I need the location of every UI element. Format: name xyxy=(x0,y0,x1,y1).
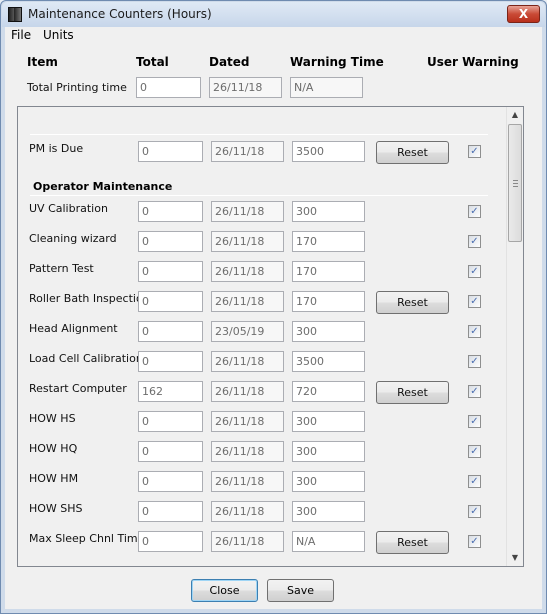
user-warning-checkbox[interactable]: ✓ xyxy=(468,535,481,548)
counter-row-total[interactable]: 0 xyxy=(138,471,203,492)
user-warning-checkbox[interactable]: ✓ xyxy=(468,355,481,368)
counter-row-label: Load Cell Calibration xyxy=(29,352,143,365)
reset-button[interactable]: Reset xyxy=(376,531,449,554)
grip-icon xyxy=(513,180,518,187)
user-warning-checkbox[interactable]: ✓ xyxy=(468,325,481,338)
counter-row-dated[interactable]: 26/11/18 xyxy=(211,231,284,252)
vertical-scrollbar[interactable]: ▲ ▼ xyxy=(506,107,523,566)
menu-units[interactable]: Units xyxy=(43,28,74,42)
header-item: Item xyxy=(27,55,58,69)
counter-row-warning[interactable]: 170 xyxy=(292,291,365,312)
top-separator xyxy=(30,134,488,135)
operator-maintenance-title: Operator Maintenance xyxy=(33,180,173,193)
counter-row-label: Restart Computer xyxy=(29,382,127,395)
counter-row-total[interactable]: 0 xyxy=(138,411,203,432)
counter-row-warning[interactable]: N/A xyxy=(292,531,365,552)
counter-row-warning[interactable]: 300 xyxy=(292,321,365,342)
counter-row-dated[interactable]: 26/11/18 xyxy=(211,531,284,552)
counter-row-total[interactable]: 0 xyxy=(138,441,203,462)
counter-row-total[interactable]: 162 xyxy=(138,381,203,402)
counter-row-warning[interactable]: 3500 xyxy=(292,141,365,162)
counter-row-dated[interactable]: 26/11/18 xyxy=(211,441,284,462)
user-warning-checkbox[interactable]: ✓ xyxy=(468,235,481,248)
counter-row-dated[interactable]: 26/11/18 xyxy=(211,411,284,432)
counter-row-warning[interactable]: 300 xyxy=(292,441,365,462)
counter-row-warning[interactable]: 300 xyxy=(292,411,365,432)
counter-row-warning[interactable]: 3500 xyxy=(292,351,365,372)
counter-row-label: HOW HQ xyxy=(29,442,78,455)
counter-row-total[interactable]: 0 xyxy=(138,351,203,372)
save-button[interactable]: Save xyxy=(267,579,334,602)
counter-row-dated[interactable]: 26/11/18 xyxy=(211,471,284,492)
user-warning-checkbox[interactable]: ✓ xyxy=(468,205,481,218)
counter-row-dated[interactable]: 26/11/18 xyxy=(211,201,284,222)
counter-row-total[interactable]: 0 xyxy=(138,321,203,342)
user-warning-checkbox[interactable]: ✓ xyxy=(468,265,481,278)
counter-row-total[interactable]: 0 xyxy=(138,141,203,162)
scroll-down-arrow-icon[interactable]: ▼ xyxy=(507,550,523,566)
counter-row-warning[interactable]: 170 xyxy=(292,261,365,282)
counter-row-warning[interactable]: 300 xyxy=(292,201,365,222)
counter-row-dated[interactable]: 26/11/18 xyxy=(211,501,284,522)
counter-row-label: HOW HM xyxy=(29,472,79,485)
counter-row-label: Cleaning wizard xyxy=(29,232,117,245)
counter-row-total[interactable]: 0 xyxy=(138,231,203,252)
maintenance-counters-window: Maintenance Counters (Hours) X File Unit… xyxy=(0,0,547,614)
counter-row-total[interactable]: 0 xyxy=(138,501,203,522)
header-dated: Dated xyxy=(209,55,250,69)
counter-row-label: HOW HS xyxy=(29,412,76,425)
app-icon xyxy=(8,7,22,22)
counter-row-label: HOW SHS xyxy=(29,502,83,515)
user-warning-checkbox[interactable]: ✓ xyxy=(468,385,481,398)
reset-button[interactable]: Reset xyxy=(376,141,449,164)
counter-row-warning[interactable]: 300 xyxy=(292,471,365,492)
user-warning-checkbox[interactable]: ✓ xyxy=(468,145,481,158)
counter-row-label: Pattern Test xyxy=(29,262,94,275)
counter-row-label: Head Alignment xyxy=(29,322,118,335)
header-total: Total xyxy=(136,55,169,69)
counter-row-label: Roller Bath Inspection xyxy=(29,292,150,305)
scroll-thumb[interactable] xyxy=(508,124,522,242)
close-button[interactable]: Close xyxy=(191,579,258,602)
counter-row-total[interactable]: 0 xyxy=(138,291,203,312)
header-warning-time: Warning Time xyxy=(290,55,384,69)
total-printing-time-warning[interactable]: N/A xyxy=(290,77,363,98)
counter-row-label: Max Sleep Chnl Time xyxy=(29,532,145,545)
window-title: Maintenance Counters (Hours) xyxy=(28,7,212,21)
reset-button[interactable]: Reset xyxy=(376,381,449,404)
counter-row-label: PM is Due xyxy=(29,142,84,155)
counter-row-warning[interactable]: 300 xyxy=(292,501,365,522)
section-separator xyxy=(30,195,488,196)
user-warning-checkbox[interactable]: ✓ xyxy=(468,475,481,488)
window-close-button[interactable]: X xyxy=(507,5,540,23)
menu-file[interactable]: File xyxy=(11,28,31,42)
total-printing-time-total[interactable]: 0 xyxy=(136,77,201,98)
user-warning-checkbox[interactable]: ✓ xyxy=(468,295,481,308)
counters-scroll-panel: PM is Due 0 26/11/18 3500 Reset ✓ UV Calibrati… xyxy=(17,106,524,567)
reset-button[interactable]: Reset xyxy=(376,291,449,314)
counter-row-label: UV Calibration xyxy=(29,202,108,215)
counter-row-total[interactable]: 0 xyxy=(138,201,203,222)
counter-row-total[interactable]: 0 xyxy=(138,531,203,552)
counter-row-dated[interactable]: 26/11/18 xyxy=(211,141,284,162)
scroll-up-arrow-icon[interactable]: ▲ xyxy=(507,107,523,123)
dialog-body: Item Total Dated Warning Time User Warni… xyxy=(5,44,542,609)
counter-row-dated[interactable]: 26/11/18 xyxy=(211,291,284,312)
counter-row-dated[interactable]: 26/11/18 xyxy=(211,261,284,282)
counter-row-dated[interactable]: 23/05/19 xyxy=(211,321,284,342)
counter-row-total[interactable]: 0 xyxy=(138,261,203,282)
total-printing-time-dated[interactable]: 26/11/18 xyxy=(209,77,282,98)
counter-row-dated[interactable]: 26/11/18 xyxy=(211,381,284,402)
counter-row-dated[interactable]: 26/11/18 xyxy=(211,351,284,372)
user-warning-checkbox[interactable]: ✓ xyxy=(468,415,481,428)
header-user-warning: User Warning xyxy=(427,55,519,69)
user-warning-checkbox[interactable]: ✓ xyxy=(468,445,481,458)
user-warning-checkbox[interactable]: ✓ xyxy=(468,505,481,518)
counter-row-warning[interactable]: 170 xyxy=(292,231,365,252)
menu-bar: File Units xyxy=(5,27,542,44)
total-printing-time-label: Total Printing time xyxy=(27,81,127,94)
title-bar: Maintenance Counters (Hours) X xyxy=(2,2,545,27)
counter-row-warning[interactable]: 720 xyxy=(292,381,365,402)
